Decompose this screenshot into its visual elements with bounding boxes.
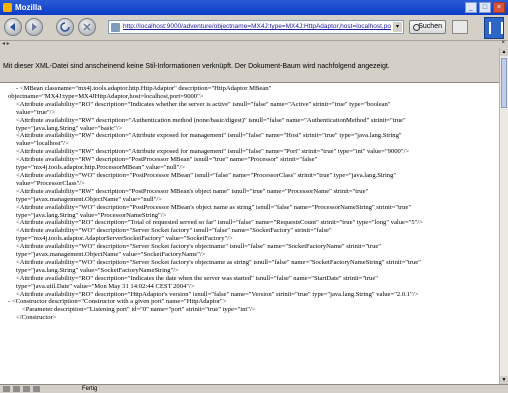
xml-line: type="mx4j.tools.adaptor.AdaptorServerSo… [16, 235, 233, 243]
vertical-scrollbar[interactable]: ▲ ▼ [499, 48, 508, 384]
page-icon [111, 23, 120, 32]
xml-line: <Attribute availability="RW" description… [16, 148, 410, 156]
forward-button[interactable] [25, 18, 43, 36]
scroll-thumb[interactable] [501, 58, 507, 108]
xml-line: type="javax.management.ObjectName" value… [16, 195, 162, 203]
print-icon[interactable] [452, 20, 468, 34]
scroll-down-icon[interactable]: ▼ [500, 376, 508, 384]
xml-line: </Constructor> [16, 314, 57, 322]
minimize-button[interactable]: _ [465, 2, 477, 13]
window-controls: _ □ × [465, 2, 505, 13]
search-button[interactable]: Suchen [409, 20, 446, 34]
search-icon [413, 24, 420, 31]
xml-line: <Attribute availability="RO" description… [16, 290, 419, 298]
maximize-button[interactable]: □ [479, 2, 491, 13]
xml-line: type="java.util.Date" value="Mon May 31 … [16, 282, 195, 290]
xml-line: type="java.lang.String" value="basic"/> [16, 124, 123, 132]
status-icons [3, 386, 40, 392]
xml-line: objectname="MX4J:type=MX4JHttpAdaptor,ho… [8, 92, 204, 100]
title-bar: Mozilla _ □ × [0, 0, 508, 15]
xml-line: type="java.lang.String" value="Processor… [16, 211, 167, 219]
xml-line: <Attribute availability="WO" description… [16, 258, 421, 266]
xml-line: <Parameter description="Listening port" … [22, 306, 256, 314]
reload-button[interactable] [56, 18, 74, 36]
xml-line: <Attribute availability="RW" description… [16, 116, 406, 124]
forward-arrow-icon [32, 23, 37, 31]
stop-icon [83, 23, 91, 31]
xml-line: value="true"/> [16, 108, 56, 116]
xml-line: type="mx4j.tools.adaptor.http.ProcessorM… [16, 164, 185, 172]
window-title: Mozilla [15, 3, 42, 12]
close-tab-icon[interactable]: × [501, 40, 505, 46]
back-button[interactable] [4, 18, 22, 36]
xml-line: <Attribute availability="WO" description… [16, 243, 381, 251]
composer-icon[interactable] [23, 386, 30, 392]
xml-info-message: Mit dieser XML-Datei sind anscheinend ke… [0, 48, 508, 83]
xml-document-tree: - <MBean classname="mx4j.tools.adaptor.h… [2, 85, 498, 384]
info-text: Mit dieser XML-Datei sind anscheinend ke… [3, 63, 390, 70]
xml-line: - <MBean classname="mx4j.tools.adaptor.h… [16, 85, 272, 92]
mozilla-throbber-icon[interactable] [484, 17, 504, 39]
xml-line: <Attribute availability="RW" description… [16, 156, 318, 164]
url-dropdown-icon[interactable]: ▾ [393, 22, 402, 32]
tab-scroll-icon[interactable]: ◂ ▸ [2, 40, 10, 47]
mail-icon[interactable] [13, 386, 20, 392]
reload-icon [60, 22, 70, 32]
xml-line: type="java.lang.String" value="SocketFac… [16, 266, 179, 274]
xml-line: value="ProcessorClass"/> [16, 179, 85, 187]
navigator-icon[interactable] [3, 386, 10, 392]
url-bar[interactable]: http://localhost:9000/adventure/objectna… [108, 20, 404, 34]
xml-line: - <Constructor description="Constructor … [8, 298, 227, 306]
xml-line: type="javax.management.ObjectName" value… [16, 251, 206, 259]
navigation-toolbar: http://localhost:9000/adventure/objectna… [0, 15, 508, 41]
xml-line: <Attribute availability="RO" description… [16, 219, 423, 227]
xml-line: <Attribute availability="WO" description… [16, 227, 332, 235]
mozilla-app-icon [3, 3, 12, 12]
stop-button[interactable] [78, 18, 96, 36]
url-text[interactable]: http://localhost:9000/adventure/objectna… [123, 23, 391, 30]
xml-line: value="localhost"/> [16, 140, 69, 148]
status-bar: Fertig [0, 384, 508, 393]
address-book-icon[interactable] [33, 386, 40, 392]
search-button-label: Suchen [418, 23, 442, 30]
xml-line: <Attribute availability="WO" description… [16, 203, 412, 211]
scroll-up-icon[interactable]: ▲ [500, 48, 508, 56]
xml-line: <Attribute availability="RW" description… [16, 132, 402, 140]
back-arrow-icon [10, 23, 15, 31]
close-window-button[interactable]: × [493, 2, 505, 13]
xml-line: <Attribute availability="RO" description… [16, 100, 391, 108]
xml-line: <Attribute availability="RW" description… [16, 187, 369, 195]
xml-line: <Attribute availability="WO" description… [16, 171, 397, 179]
xml-line: <Attribute availability="RO" description… [16, 274, 378, 282]
status-text: Fertig [82, 386, 98, 392]
